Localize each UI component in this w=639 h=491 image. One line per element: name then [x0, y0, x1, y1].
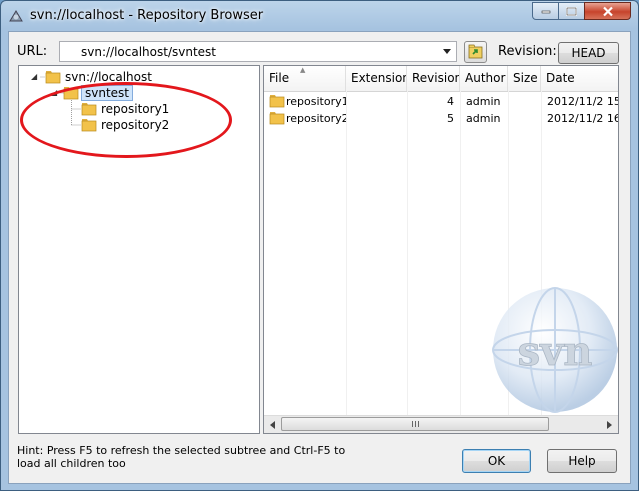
tree-node-label[interactable]: repository1 [101, 102, 169, 116]
repository-tree[interactable]: ◢ svn://localhost ◢ svntest repository1 … [18, 65, 260, 434]
svn-tortoise-icon [9, 10, 23, 22]
horizontal-scrollbar[interactable] [264, 415, 618, 433]
cell-date: 2012/11/2 16:1 [547, 112, 618, 125]
expanded-arrow-icon[interactable]: ◢ [31, 72, 40, 81]
folder-icon [45, 71, 61, 84]
url-combobox[interactable]: svn://localhost/svntest [59, 41, 457, 62]
svn-watermark-logo: svn [492, 287, 618, 413]
folder-icon [81, 103, 97, 116]
cell-file: repository1 [286, 95, 346, 108]
cell-author: admin [466, 112, 501, 125]
column-header-revision[interactable]: Revision [407, 66, 460, 91]
close-icon [602, 6, 613, 16]
column-header-size[interactable]: Size [508, 66, 541, 91]
tree-node-label[interactable]: svn://localhost [65, 70, 152, 84]
cell-size [508, 94, 541, 110]
cell-revision: 4 [447, 95, 454, 108]
browse-go-button[interactable] [464, 41, 487, 63]
table-row[interactable]: repository2 5 admin 2012/11/2 16:1 [264, 110, 618, 127]
tree-node-label[interactable]: repository2 [101, 118, 169, 132]
folder-icon [269, 95, 285, 108]
folder-icon [269, 112, 285, 125]
chevron-down-icon[interactable] [441, 45, 453, 58]
url-value[interactable]: svn://localhost/svntest [81, 45, 216, 59]
column-divider [460, 91, 461, 417]
revision-label: Revision: [498, 44, 557, 59]
minimize-icon [541, 10, 550, 14]
column-divider [407, 91, 408, 417]
hint-text: Hint: Press F5 to refresh the selected s… [17, 444, 346, 470]
ok-button[interactable]: OK [462, 449, 531, 473]
folder-go-icon [468, 44, 483, 59]
column-header-date[interactable]: Date [541, 66, 618, 91]
tree-node-label-selected[interactable]: svntest [81, 85, 134, 101]
window-title: svn://localhost - Repository Browser [30, 8, 264, 23]
maximize-button[interactable] [558, 2, 585, 20]
tree-node-repository1[interactable]: repository1 [81, 101, 169, 117]
expanded-arrow-icon[interactable]: ◢ [51, 88, 60, 97]
cell-revision: 5 [447, 112, 454, 125]
tree-node-repository2[interactable]: repository2 [81, 117, 169, 133]
cell-extension [346, 111, 406, 127]
column-header-author[interactable]: Author [460, 66, 508, 91]
cell-date: 2012/11/2 15:2 [547, 95, 618, 108]
folder-icon [81, 119, 97, 132]
column-divider [346, 91, 347, 417]
minimize-button[interactable] [532, 2, 559, 20]
list-header: File ▲ Extension Revision Author Size Da… [264, 66, 618, 92]
file-list[interactable]: File ▲ Extension Revision Author Size Da… [263, 65, 619, 434]
revision-head-button[interactable]: HEAD [558, 42, 619, 64]
table-row[interactable]: repository1 4 admin 2012/11/2 15:2 [264, 93, 618, 110]
title-bar[interactable]: svn://localhost - Repository Browser [1, 1, 638, 31]
folder-icon [63, 87, 79, 100]
scroll-right-arrow-icon[interactable] [601, 416, 618, 433]
cell-size [508, 111, 541, 127]
cell-author: admin [466, 95, 501, 108]
column-header-file[interactable]: File ▲ [264, 66, 346, 91]
column-header-extension[interactable]: Extension [346, 66, 407, 91]
scrollbar-thumb[interactable] [281, 417, 549, 431]
maximize-icon [566, 6, 577, 16]
url-label: URL: [17, 44, 48, 59]
cell-file: repository2 [286, 112, 346, 125]
cell-extension [346, 94, 406, 110]
watermark-text: svn [518, 328, 593, 375]
sort-ascending-icon: ▲ [300, 66, 306, 74]
tree-node-root[interactable]: svn://localhost [45, 69, 152, 85]
close-button[interactable] [584, 2, 631, 20]
tree-node-svntest[interactable]: svntest [63, 85, 134, 101]
scroll-left-arrow-icon[interactable] [264, 416, 281, 433]
help-button[interactable]: Help [547, 449, 617, 473]
